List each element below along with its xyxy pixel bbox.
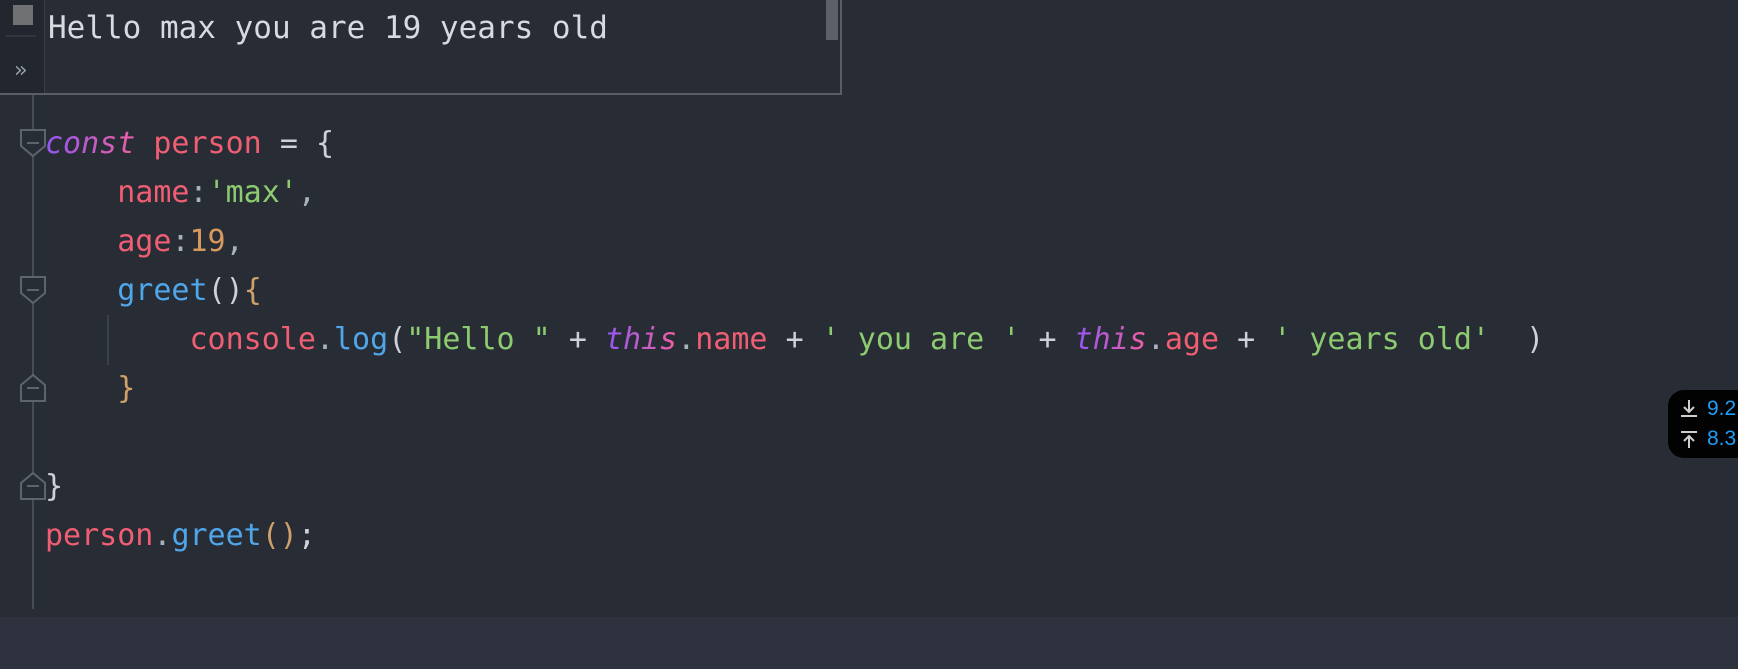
code-token: person (45, 518, 153, 553)
code-line[interactable]: age:19, (45, 217, 1544, 266)
code-token (45, 273, 117, 308)
code-line[interactable]: console.log("Hello " + this.name + ' you… (45, 315, 1544, 364)
code-token (1219, 322, 1237, 357)
code-token: age (1165, 322, 1219, 357)
code-token: = (280, 126, 298, 161)
console-scrollbar-thumb[interactable] (826, 0, 838, 40)
code-token: ' you are ' (822, 322, 1021, 357)
code-token (298, 126, 316, 161)
code-token (45, 371, 117, 406)
code-token: const (45, 126, 135, 161)
code-line[interactable]: name:'max', (45, 168, 1544, 217)
download-row: 9.2 (1680, 396, 1738, 422)
code-token: log (334, 322, 388, 357)
code-token (1057, 322, 1075, 357)
code-token (768, 322, 786, 357)
gutter-fold-line (32, 95, 34, 609)
code-token: "Hello " (406, 322, 551, 357)
code-token: 'max' (208, 175, 298, 210)
console-output-panel: » Hello max you are 19 years old (0, 0, 842, 95)
code-line[interactable] (45, 413, 1544, 462)
code-token: console (190, 322, 316, 357)
code-token: , (298, 175, 316, 210)
code-line[interactable]: } (45, 364, 1544, 413)
code-token (45, 175, 117, 210)
code-token: } (117, 371, 135, 406)
square-icon[interactable] (13, 5, 33, 25)
code-token: , (226, 224, 244, 259)
code-line[interactable]: person.greet(); (45, 511, 1544, 560)
code-token (1020, 322, 1038, 357)
code-token: ; (298, 518, 316, 553)
code-token: greet (171, 518, 261, 553)
gutter-divider (6, 35, 36, 37)
code-token: : (190, 175, 208, 210)
code-token: { (244, 273, 262, 308)
download-icon (1680, 399, 1698, 419)
code-token (262, 126, 280, 161)
code-token (45, 224, 117, 259)
code-token: ( (388, 322, 406, 357)
code-token (551, 322, 569, 357)
code-token: + (786, 322, 804, 357)
code-token: : (171, 224, 189, 259)
code-token: greet (117, 273, 207, 308)
code-token: . (677, 322, 695, 357)
code-token: . (316, 322, 334, 357)
code-token (45, 322, 190, 357)
code-token: person (153, 126, 261, 161)
code-line[interactable]: greet(){ (45, 266, 1544, 315)
code-token (1255, 322, 1273, 357)
code-token: 19 (190, 224, 226, 259)
code-token: } (45, 469, 63, 504)
fold-end-marker[interactable] (20, 374, 46, 402)
fold-start-marker[interactable] (20, 129, 46, 157)
code-token (804, 322, 822, 357)
code-token: ) (1490, 322, 1544, 357)
code-token (587, 322, 605, 357)
console-output-line: Hello max you are 19 years old (48, 8, 608, 48)
current-line-highlight (0, 617, 1738, 669)
net-speed-badge: 9.2 8.3 (1668, 390, 1738, 458)
code-token: . (1147, 322, 1165, 357)
code-token: + (1038, 322, 1056, 357)
download-speed: 9.2 (1707, 397, 1736, 421)
code-token: this (1075, 322, 1147, 357)
code-token: { (316, 126, 334, 161)
fold-start-marker[interactable] (20, 276, 46, 304)
code-token: + (1237, 322, 1255, 357)
code-token: age (117, 224, 171, 259)
console-gutter: » (0, 0, 45, 93)
console-prompt-icon: » (14, 58, 27, 84)
code-token: ' years old' (1273, 322, 1490, 357)
upload-speed: 8.3 (1707, 427, 1736, 451)
upload-icon (1680, 429, 1698, 449)
code-token (135, 126, 153, 161)
upload-row: 8.3 (1680, 426, 1738, 452)
code-token: name (117, 175, 189, 210)
code-token: . (153, 518, 171, 553)
code-token: + (569, 322, 587, 357)
code-token: () (262, 518, 298, 553)
code-token: name (695, 322, 767, 357)
fold-end-marker[interactable] (20, 472, 46, 500)
code-lines: const person = { name:'max', age:19, gre… (45, 119, 1544, 560)
code-token: this (605, 322, 677, 357)
code-line[interactable]: } (45, 462, 1544, 511)
code-line[interactable]: const person = { (45, 119, 1544, 168)
code-token: () (208, 273, 244, 308)
